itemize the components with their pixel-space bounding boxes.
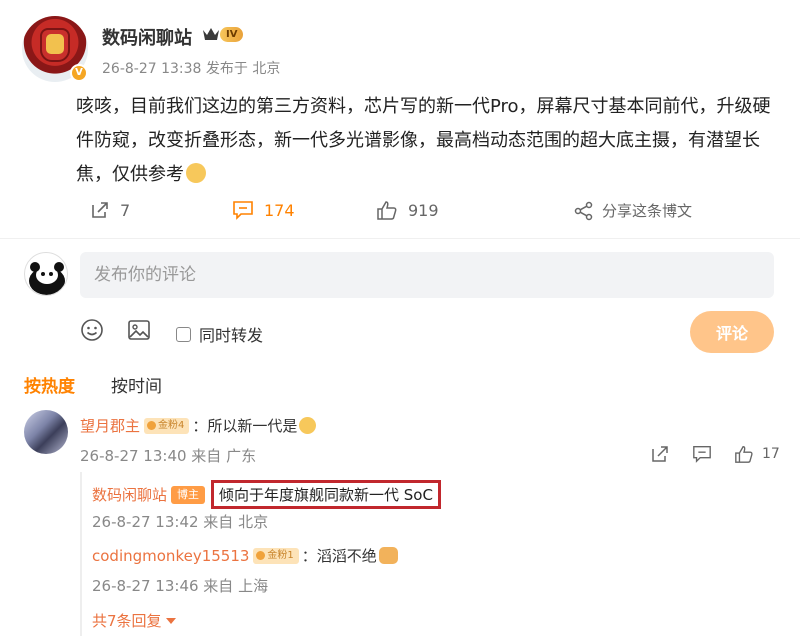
repost-icon — [92, 202, 108, 218]
comment-icon — [233, 201, 253, 220]
comment-text: ：所以新一代是 — [192, 417, 298, 435]
share-button[interactable]: 分享这条博文 — [574, 200, 692, 221]
reply-meta: 26-8-27 13:42 来自 北京 — [92, 513, 269, 531]
fan-badge: 金粉4 — [144, 417, 190, 434]
image-icon — [128, 320, 150, 340]
like-button[interactable]: 919 — [376, 200, 439, 220]
tab-sort-hot[interactable]: 按热度 — [24, 372, 75, 397]
comment-meta: 26-8-27 13:40 来自 广东 — [80, 447, 257, 465]
tab-sort-time[interactable]: 按时间 — [111, 372, 162, 397]
share-icon — [574, 201, 593, 220]
level-badge: IV — [220, 27, 244, 42]
comment-button[interactable]: 174 — [232, 200, 295, 220]
comment-actions: 17 — [650, 444, 780, 464]
emoji-icon — [299, 417, 317, 434]
post-action-bar: 7 174 919 分享这条博文 — [0, 196, 800, 230]
reply-line: codingmonkey15513 金粉1 ：滔滔不绝 — [92, 545, 398, 566]
emoji-icon — [186, 163, 206, 183]
divider — [0, 238, 800, 239]
comment-icon[interactable] — [692, 444, 712, 464]
repost-count: 7 — [120, 200, 131, 220]
current-user-avatar[interactable] — [24, 252, 68, 296]
commenter-name[interactable]: 望月郡主 — [80, 415, 140, 436]
more-replies-label: 共7条回复 — [92, 612, 162, 630]
thumbs-up-icon — [735, 446, 753, 463]
smiley-icon — [81, 319, 103, 341]
image-upload-button[interactable] — [127, 318, 151, 346]
commenter-avatar[interactable] — [24, 410, 68, 454]
reply-text: ：滔滔不绝 — [301, 547, 377, 565]
repost-checkbox[interactable] — [176, 326, 191, 342]
submit-comment-button[interactable]: 评论 — [690, 311, 774, 353]
comment-input[interactable] — [80, 252, 774, 298]
caret-down-icon — [165, 617, 176, 624]
comment-line: 望月郡主 金粉4 ：所以新一代是 — [80, 415, 317, 436]
repost-button[interactable]: 7 — [90, 200, 130, 220]
reply-author-name[interactable]: codingmonkey15513 — [92, 547, 249, 565]
repost-icon[interactable] — [650, 444, 670, 464]
ironman-mask-graphic — [46, 34, 64, 54]
post-header: V 数码闲聊站 IV 26-8-27 13:38 发布于 北京 — [22, 16, 782, 86]
emoji-picker-button[interactable] — [80, 318, 104, 346]
panda-avatar-icon — [29, 262, 65, 295]
post-text: 咳咳，目前我们这边的第三方资料，芯片写的新一代Pro，屏幕尺寸基本同前代，升级硬… — [76, 90, 776, 192]
comment-sort-tabs: 按热度 按时间 — [24, 372, 162, 397]
post-meta: 26-8-27 13:38 发布于 北京 — [102, 61, 281, 77]
author-name[interactable]: 数码闲聊站 — [102, 24, 192, 50]
reply-author-name[interactable]: 数码闲聊站 — [92, 484, 167, 505]
more-replies-link[interactable]: 共7条回复 — [92, 610, 176, 631]
comment-like-button[interactable]: 17 — [734, 444, 780, 464]
repost-toggle[interactable]: 同时转发 — [176, 322, 263, 346]
author-role-badge: 博主 — [171, 485, 206, 504]
post-text-content: 咳咳，目前我们这边的第三方资料，芯片写的新一代Pro，屏幕尺寸基本同前代，升级硬… — [76, 96, 771, 185]
reply-line: 数码闲聊站 博主 倾向于年度旗舰同款新一代 SoC — [92, 480, 441, 509]
verified-badge-icon: V — [70, 64, 88, 82]
thumbs-up-icon — [377, 201, 397, 220]
crown-icon — [203, 28, 219, 40]
comment-count: 174 — [264, 200, 295, 220]
reply-meta: 26-8-27 13:46 来自 上海 — [92, 577, 269, 595]
dog-emoji-icon — [378, 547, 398, 564]
fan-badge: 金粉1 — [253, 547, 299, 564]
like-count: 919 — [408, 200, 439, 220]
comment-like-count: 17 — [762, 446, 780, 462]
share-label: 分享这条博文 — [602, 202, 693, 220]
repost-toggle-label: 同时转发 — [199, 326, 264, 345]
highlighted-reply-text: 倾向于年度旗舰同款新一代 SoC — [211, 480, 441, 509]
